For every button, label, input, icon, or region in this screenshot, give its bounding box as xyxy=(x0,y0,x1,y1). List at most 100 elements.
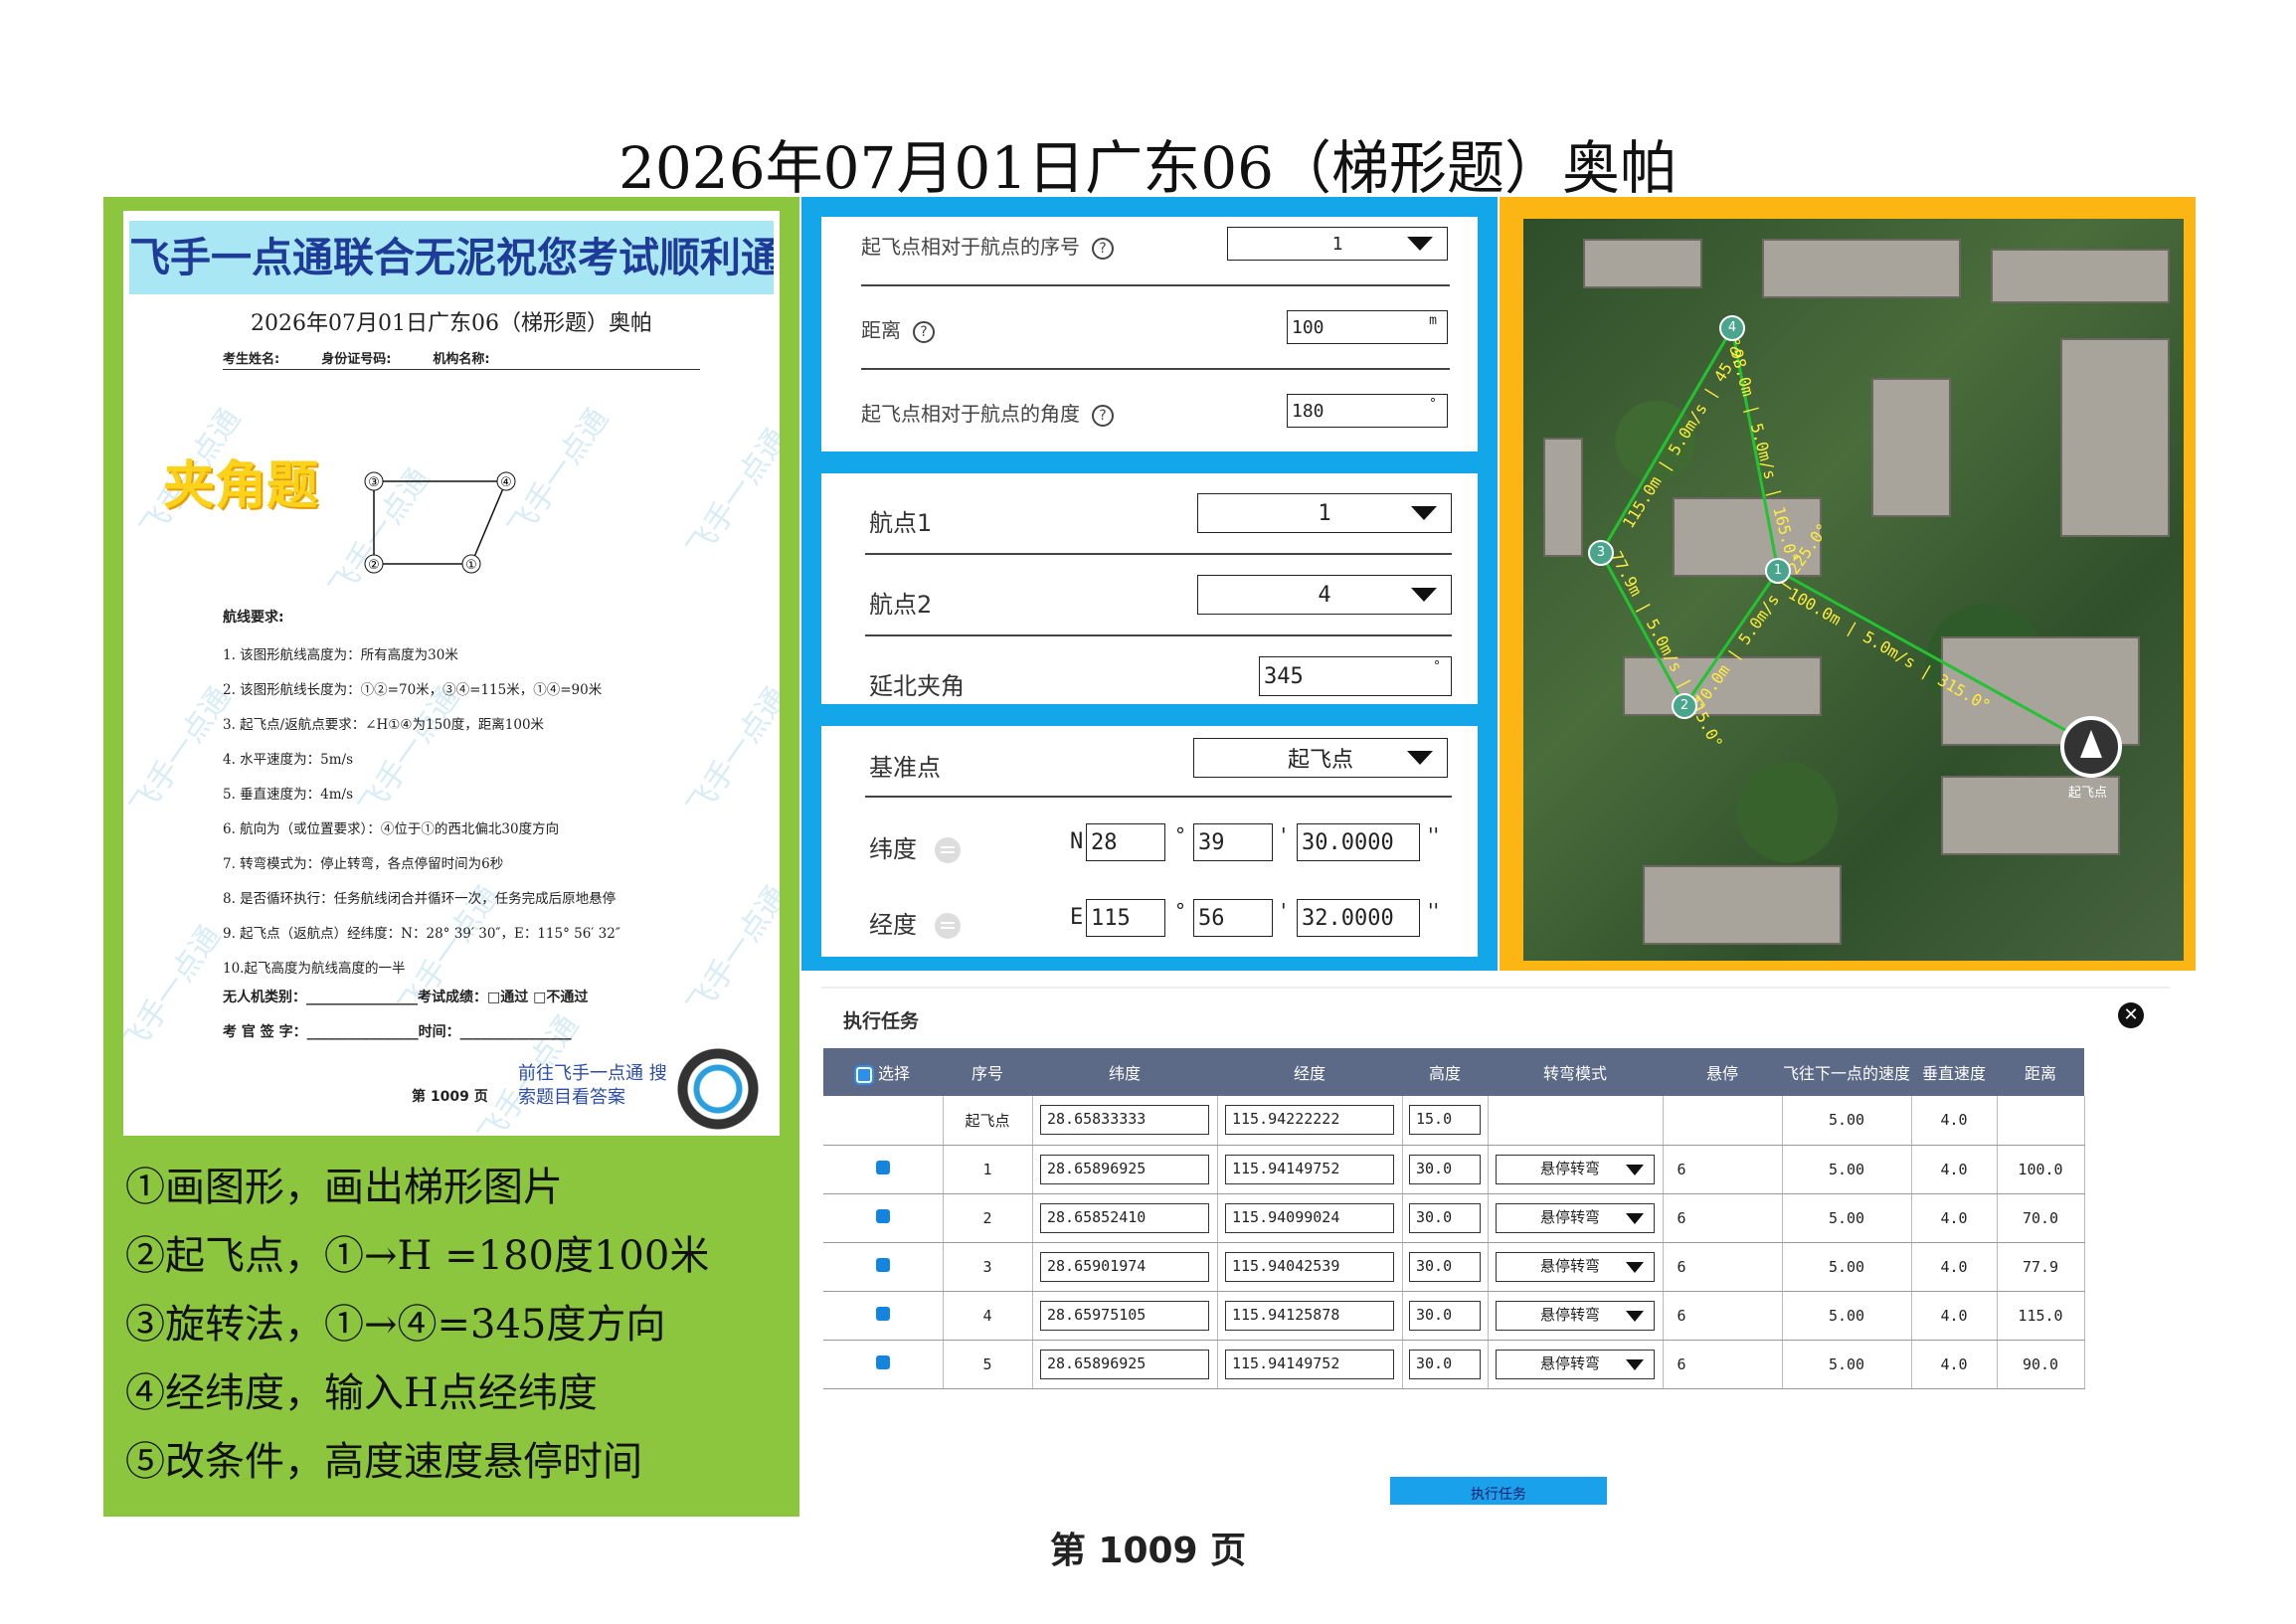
row-checkbox[interactable] xyxy=(875,1257,890,1272)
lon-input[interactable]: 115.94222222 xyxy=(1225,1105,1394,1136)
select-all-checkbox[interactable] xyxy=(853,1064,874,1085)
hover-cell xyxy=(1663,1096,1783,1146)
row-checkbox[interactable] xyxy=(875,1306,890,1321)
alt-cell: 30.0 xyxy=(1402,1242,1489,1292)
column-header: 序号 xyxy=(943,1048,1032,1096)
paper-page-number: 第 1009 页 xyxy=(412,1089,488,1105)
seq-cell: 4 xyxy=(943,1291,1033,1341)
alt-input[interactable]: 30.0 xyxy=(1409,1300,1481,1331)
alt-input[interactable]: 30.0 xyxy=(1409,1202,1481,1233)
equal-icon[interactable] xyxy=(935,913,961,939)
uav-type-line: 无人机类别：________________考试成绩：□通过 □不通过 xyxy=(223,990,589,1005)
column-header[interactable]: 选择 xyxy=(823,1048,943,1096)
lat-input[interactable]: 28.65901974 xyxy=(1040,1251,1209,1282)
waypoint2-select[interactable]: 4 xyxy=(1197,575,1452,615)
waypoint-1-marker[interactable]: 1 xyxy=(1765,558,1791,584)
alt-input[interactable]: 30.0 xyxy=(1409,1251,1481,1282)
close-icon[interactable]: ✕ xyxy=(2118,1002,2144,1028)
table-row[interactable]: 1 28.65896925 115.94149752 30.0 悬停转弯 6 5… xyxy=(823,1145,2085,1194)
lat-cell: 28.65896925 xyxy=(1032,1145,1218,1194)
satellite-map[interactable]: 98.0m | 5.0m/s | 165.0° 115.0m | 5.0m/s … xyxy=(1523,219,2184,961)
longitude-degree-input[interactable]: 115 xyxy=(1086,899,1165,937)
latitude-second-input[interactable]: 30.0000 xyxy=(1297,823,1420,861)
page-title: 2026年07月01日广东06（梯形题）奥帕 xyxy=(618,134,1678,202)
lon-input[interactable]: 115.94099024 xyxy=(1225,1202,1394,1233)
table-row[interactable]: 起飞点 28.65833333 115.94222222 15.0 5.00 4… xyxy=(823,1096,2085,1146)
lon-input[interactable]: 115.94042539 xyxy=(1225,1251,1394,1282)
speed-cell: 5.00 xyxy=(1782,1193,1912,1243)
angle-question-label: 夹角题 xyxy=(163,456,319,516)
turn-mode-select[interactable]: 悬停转弯 xyxy=(1496,1300,1655,1331)
requirement-item: 2. 该图形航线长度为：①②=70米，③④=115米，①④=90米 xyxy=(223,682,603,698)
lon-cell: 115.94042539 xyxy=(1217,1242,1403,1292)
turn-mode-select[interactable]: 悬停转弯 xyxy=(1496,1251,1655,1282)
lat-input[interactable]: 28.65896925 xyxy=(1040,1154,1209,1184)
waypoint-4-marker[interactable]: 4 xyxy=(1719,315,1745,341)
watermark: 飞手一点通 xyxy=(680,422,780,565)
angle-input[interactable]: 180 ° xyxy=(1287,394,1448,428)
distance-input[interactable]: 100 m xyxy=(1287,310,1448,344)
table-row[interactable]: 3 28.65901974 115.94042539 30.0 悬停转弯 6 5… xyxy=(823,1242,2085,1292)
lat-input[interactable]: 28.65896925 xyxy=(1040,1349,1209,1379)
longitude-second-input[interactable]: 32.0000 xyxy=(1297,899,1420,937)
chevron-down-icon xyxy=(1407,237,1433,251)
alt-input[interactable]: 15.0 xyxy=(1409,1105,1481,1136)
dist-cell: 77.9 xyxy=(1997,1242,2085,1292)
page-number: 第 1009 页 xyxy=(1049,1531,1247,1571)
dist-cell: 100.0 xyxy=(1997,1145,2085,1194)
lat-input[interactable]: 28.65833333 xyxy=(1040,1105,1209,1136)
vspeed-cell: 4.0 xyxy=(1911,1242,1998,1292)
requirement-item: 3. 起飞点/返航点要求：∠H①④为150度，距离100米 xyxy=(223,717,545,733)
table-row[interactable]: 2 28.65852410 115.94099024 30.0 悬停转弯 6 5… xyxy=(823,1193,2085,1243)
turn-mode-select[interactable]: 悬停转弯 xyxy=(1496,1202,1655,1233)
equal-icon[interactable] xyxy=(935,837,961,863)
alt-cell: 30.0 xyxy=(1402,1193,1489,1243)
diagram-point-3: ③ xyxy=(368,475,380,490)
waypoint-2-marker[interactable]: 2 xyxy=(1672,693,1697,719)
latitude-minute-input[interactable]: 39 xyxy=(1193,823,1273,861)
lat-input[interactable]: 28.65975105 xyxy=(1040,1300,1209,1331)
row-checkbox[interactable] xyxy=(875,1160,890,1174)
lat-input[interactable]: 28.65852410 xyxy=(1040,1202,1209,1233)
execute-task-button[interactable]: 执行任务 xyxy=(1390,1477,1607,1505)
longitude-minute-input[interactable]: 56 xyxy=(1193,899,1273,937)
speed-cell: 5.00 xyxy=(1782,1242,1912,1292)
help-icon[interactable]: ? xyxy=(913,320,935,343)
id-label: 身份证号码: xyxy=(321,352,392,367)
alt-input[interactable]: 30.0 xyxy=(1409,1154,1481,1184)
home-point-label: 起飞点 xyxy=(2068,786,2108,801)
seq-select[interactable]: 1 xyxy=(1227,227,1448,261)
lon-input[interactable]: 115.94149752 xyxy=(1225,1349,1394,1379)
waypoint-3-marker[interactable]: 3 xyxy=(1588,540,1614,566)
diagram-point-4: ④ xyxy=(500,475,512,490)
dist-cell xyxy=(1997,1096,2085,1146)
seq-label: 起飞点相对于航点的序号? xyxy=(861,231,1114,260)
task-panel: 执行任务 ✕ 选择 序号 纬度 经度 高度 转弯模式 悬停 飞往下一点的速度 垂… xyxy=(821,987,2170,1504)
reference-select[interactable]: 起飞点 xyxy=(1193,738,1448,778)
lon-cell: 115.94149752 xyxy=(1217,1340,1403,1389)
lon-input[interactable]: 115.94149752 xyxy=(1225,1154,1394,1184)
help-icon[interactable]: ? xyxy=(1092,404,1114,427)
north-angle-input[interactable]: 345 ° xyxy=(1259,656,1452,696)
row-checkbox[interactable] xyxy=(875,1354,890,1369)
turn-mode-select[interactable]: 悬停转弯 xyxy=(1496,1349,1655,1379)
help-icon[interactable]: ? xyxy=(1092,237,1114,260)
divider xyxy=(865,553,1452,555)
minute-symbol: ' xyxy=(1281,823,1287,847)
task-table: 选择 序号 纬度 经度 高度 转弯模式 悬停 飞往下一点的速度 垂直速度 距离 … xyxy=(823,1048,2085,1389)
row-checkbox[interactable] xyxy=(875,1208,890,1223)
requirement-item: 5. 垂直速度为：4m/s xyxy=(223,787,354,803)
home-point-icon[interactable] xyxy=(2060,716,2122,778)
select-cell xyxy=(823,1291,944,1341)
column-header: 高度 xyxy=(1402,1048,1488,1096)
table-row[interactable]: 5 28.65896925 115.94149752 30.0 悬停转弯 6 5… xyxy=(823,1340,2085,1389)
turn-mode-select[interactable]: 悬停转弯 xyxy=(1496,1154,1655,1184)
latitude-degree-input[interactable]: 28 xyxy=(1086,823,1165,861)
turn-cell: 悬停转弯 xyxy=(1488,1145,1664,1194)
lat-cell: 28.65975105 xyxy=(1032,1291,1218,1341)
alt-input[interactable]: 30.0 xyxy=(1409,1349,1481,1379)
table-row[interactable]: 4 28.65975105 115.94125878 30.0 悬停转弯 6 5… xyxy=(823,1291,2085,1341)
waypoint1-select[interactable]: 1 xyxy=(1197,493,1452,533)
lon-input[interactable]: 115.94125878 xyxy=(1225,1300,1394,1331)
seq-cell: 5 xyxy=(943,1340,1033,1389)
